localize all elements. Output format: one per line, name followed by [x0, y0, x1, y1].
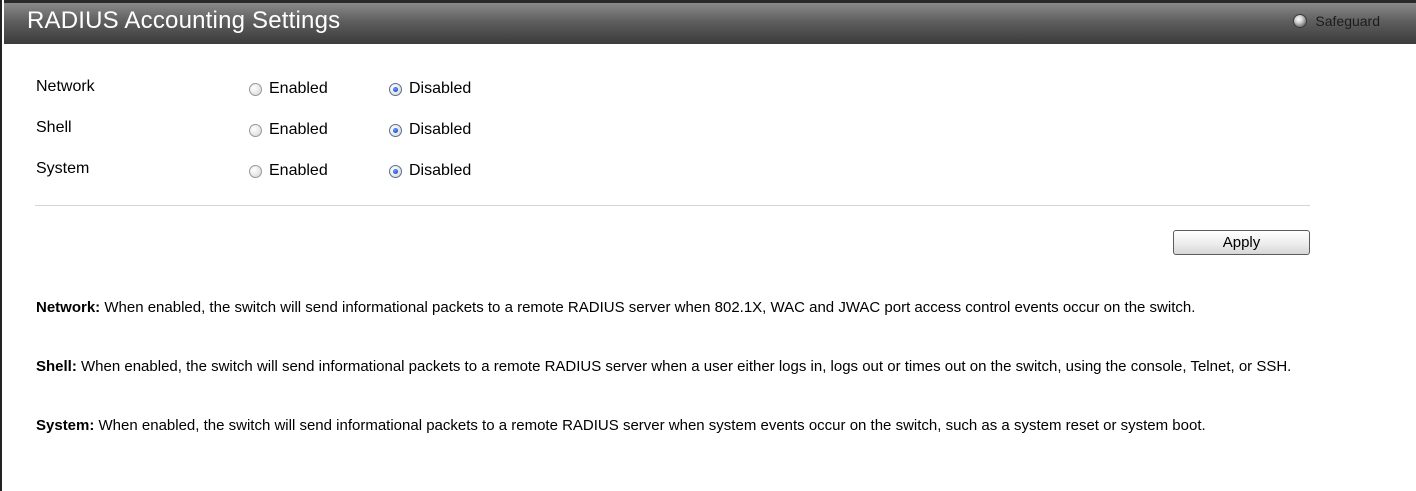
help-term-system: System: [36, 417, 95, 434]
radius-accounting-page: RADIUS Accounting Settings Safeguard Net… [0, 0, 1416, 491]
help-text-network: When enabled, the switch will send infor… [100, 299, 1196, 316]
shell-disabled-label: Disabled [409, 121, 472, 138]
shell-enabled-label: Enabled [269, 121, 328, 138]
help-shell: Shell: When enabled, the switch will sen… [36, 356, 1326, 377]
setting-row-network: Network Enabled Disabled [36, 76, 636, 102]
setting-row-system: System Enabled Disabled [36, 158, 636, 184]
help-term-shell: Shell: [36, 358, 77, 375]
shell-disabled-option[interactable]: Disabled [389, 117, 471, 143]
shell-enabled-option[interactable]: Enabled [249, 117, 328, 143]
system-disabled-radio[interactable] [389, 164, 402, 178]
network-enabled-option[interactable]: Enabled [249, 76, 328, 102]
network-disabled-label: Disabled [409, 80, 472, 97]
setting-label-network: Network [36, 78, 95, 95]
setting-label-shell: Shell [36, 119, 72, 136]
safeguard-led-icon [1293, 14, 1308, 28]
help-text-system: When enabled, the switch will send infor… [94, 417, 1206, 434]
page-title: RADIUS Accounting Settings [27, 7, 341, 34]
system-disabled-label: Disabled [409, 162, 472, 179]
setting-row-shell: Shell Enabled Disabled [36, 117, 636, 143]
help-term-network: Network: [36, 299, 101, 316]
network-disabled-option[interactable]: Disabled [389, 76, 471, 102]
system-disabled-option[interactable]: Disabled [389, 158, 471, 184]
section-divider [35, 205, 1310, 206]
safeguard-indicator: Safeguard [1293, 13, 1380, 29]
help-text-shell: When enabled, the switch will send infor… [76, 358, 1292, 375]
help-network: Network: When enabled, the switch will s… [36, 297, 1326, 318]
help-system: System: When enabled, the switch will se… [36, 415, 1326, 436]
title-bar: RADIUS Accounting Settings Safeguard [4, 0, 1416, 44]
network-enabled-label: Enabled [269, 80, 328, 97]
apply-button[interactable]: Apply [1173, 230, 1310, 255]
safeguard-label: Safeguard [1315, 13, 1380, 29]
system-enabled-option[interactable]: Enabled [249, 158, 328, 184]
network-disabled-radio[interactable] [389, 82, 402, 96]
shell-enabled-radio[interactable] [249, 123, 262, 137]
network-enabled-radio[interactable] [249, 82, 262, 96]
setting-label-system: System [36, 160, 90, 177]
system-enabled-label: Enabled [269, 162, 328, 179]
shell-disabled-radio[interactable] [389, 123, 402, 137]
system-enabled-radio[interactable] [249, 164, 262, 178]
